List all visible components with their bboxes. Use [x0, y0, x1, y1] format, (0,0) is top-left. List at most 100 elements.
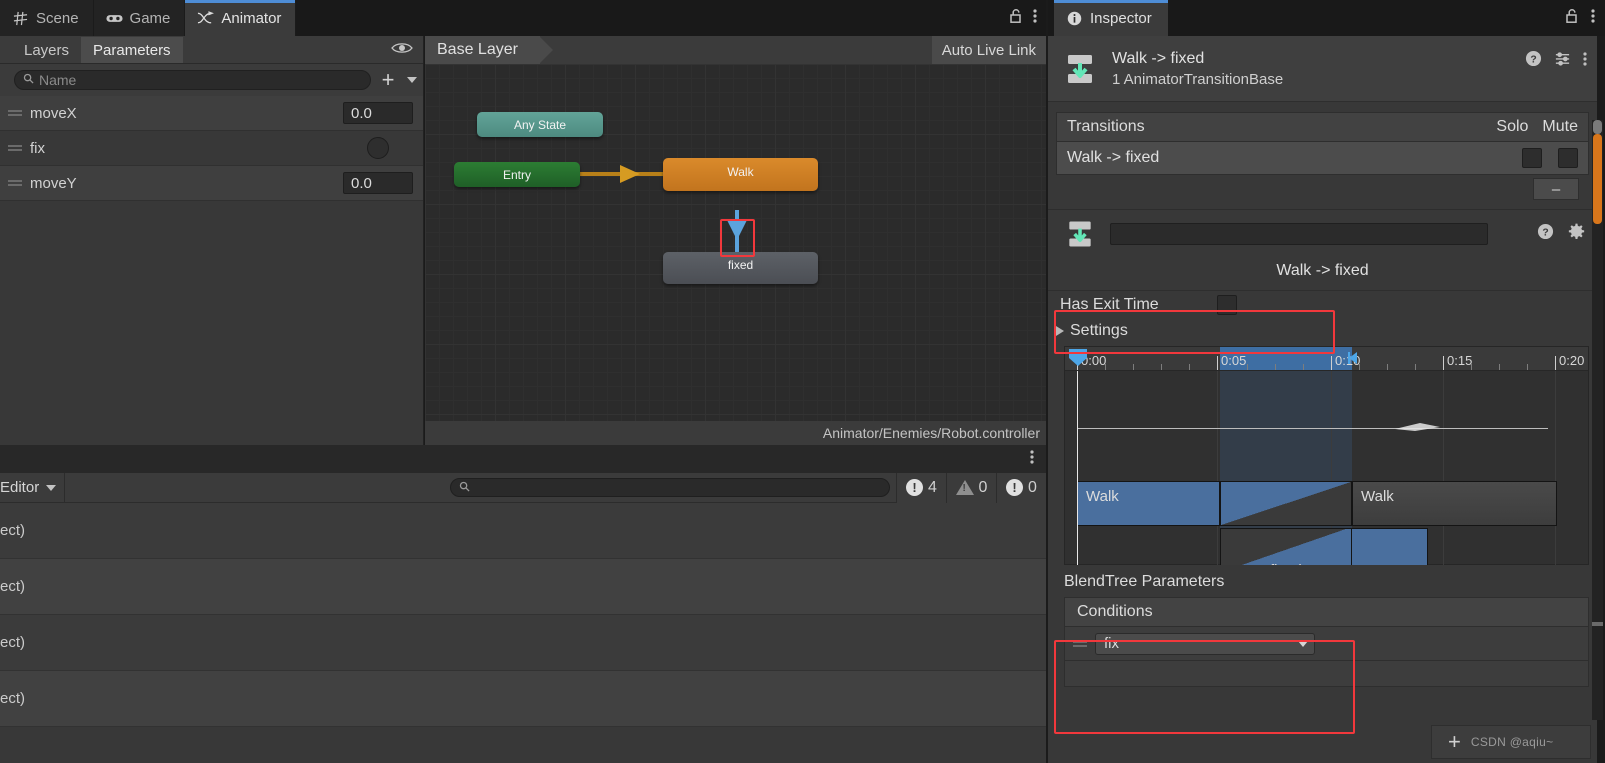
inspector-scrollbar[interactable]	[1592, 120, 1603, 720]
scrollbar-thumb-top[interactable]	[1593, 120, 1602, 134]
add-parameter-button[interactable]: +	[377, 69, 399, 91]
has-exit-time-row[interactable]: Has Exit Time	[1048, 290, 1597, 318]
transition-walk-to-fixed	[727, 210, 747, 252]
tab-animator[interactable]: Animator	[185, 0, 297, 36]
animator-parameters-panel: Layers Parameters Name + moveX 0.0 fix m…	[0, 36, 424, 445]
tab-animator-label: Animator	[221, 9, 282, 27]
tab-game[interactable]: Game	[93, 0, 186, 36]
parameter-row-movex[interactable]: moveX 0.0	[0, 96, 423, 131]
object-subtitle: 1 AnimatorTransitionBase	[1112, 70, 1284, 88]
mute-checkbox[interactable]	[1558, 148, 1578, 168]
parameter-row-movey[interactable]: moveY 0.0	[0, 166, 423, 201]
object-name: Walk -> fixed	[1112, 49, 1205, 67]
kebab-menu-icon[interactable]	[1583, 51, 1587, 72]
condition-row[interactable]: fix	[1064, 627, 1589, 661]
exit-time-marker-icon[interactable]	[1348, 350, 1358, 366]
state-node-any-state[interactable]: Any State	[477, 112, 603, 137]
settings-foldout[interactable]: Settings	[1048, 318, 1597, 344]
state-node-entry[interactable]: Entry	[454, 162, 580, 187]
auto-live-link-button[interactable]: Auto Live Link	[931, 36, 1046, 64]
timeline-body[interactable]: Walk Walk fixed	[1065, 371, 1588, 565]
transition-list-item[interactable]: Walk -> fixed	[1056, 142, 1589, 175]
parameter-bool-toggle[interactable]	[367, 137, 389, 159]
console-search-input[interactable]	[450, 478, 890, 497]
help-icon[interactable]: ?	[1537, 223, 1554, 245]
tab-scene-label: Scene	[36, 9, 79, 27]
console-log-row[interactable]: ect)	[0, 671, 1046, 727]
help-icon[interactable]: ?	[1525, 50, 1542, 72]
clip-label: Walk	[1086, 488, 1119, 505]
preset-icon[interactable]	[1554, 50, 1571, 72]
transition-name-field[interactable]	[1110, 223, 1488, 245]
breadcrumb[interactable]: Base Layer	[425, 36, 553, 64]
kebab-menu-icon[interactable]	[1591, 8, 1595, 29]
drag-handle-icon[interactable]	[8, 108, 30, 118]
parameters-subtabs: Layers Parameters	[0, 36, 423, 64]
drag-handle-icon[interactable]	[8, 143, 30, 153]
inspector-title: Inspector	[1090, 9, 1152, 27]
timeline-playhead[interactable]	[1077, 371, 1078, 565]
tab-scene[interactable]: Scene	[0, 0, 94, 36]
timeline-clip[interactable]: Walk	[1077, 481, 1220, 526]
eye-icon[interactable]	[391, 40, 413, 58]
search-icon	[23, 71, 34, 89]
chevron-down-icon[interactable]	[407, 77, 417, 83]
graph-toolbar: Base Layer Auto Live Link	[425, 36, 1046, 64]
curve-handle-icon[interactable]	[1395, 419, 1455, 435]
parameter-value-field[interactable]: 0.0	[343, 172, 413, 194]
warning-count: 0	[978, 478, 988, 496]
remove-transition-button[interactable]: –	[1533, 178, 1579, 200]
timeline-clip-tail[interactable]	[1352, 528, 1428, 565]
animator-transition-icon	[1062, 51, 1098, 87]
lock-open-icon[interactable]	[1564, 8, 1579, 29]
grid-icon	[12, 10, 29, 27]
animator-transition-icon	[1064, 218, 1096, 250]
timeline-clip-blend[interactable]	[1220, 481, 1352, 526]
console-log-row[interactable]: ect)	[0, 615, 1046, 671]
inspector-object-header: Walk -> fixed 1 AnimatorTransitionBase ?	[1048, 36, 1597, 102]
timeline-ruler[interactable]: 0:00 0:05 0:10 0:15 0:20	[1065, 347, 1588, 371]
parameter-row-fix[interactable]: fix	[0, 131, 423, 166]
gear-icon[interactable]	[1568, 223, 1585, 245]
inspector-panel: Walk -> fixed 1 AnimatorTransitionBase ?	[1048, 36, 1597, 763]
subtab-layers[interactable]: Layers	[12, 37, 82, 63]
transitions-header: Transitions Solo Mute	[1056, 112, 1589, 142]
parameter-name: moveX	[30, 104, 77, 122]
lock-open-icon[interactable]	[1008, 8, 1023, 29]
state-node-label: Walk	[727, 165, 754, 179]
transition-timeline[interactable]: 0:00 0:05 0:10 0:15 0:20 Walk Walk	[1064, 346, 1589, 565]
timeline-clip[interactable]: Walk	[1352, 481, 1557, 526]
solo-checkbox[interactable]	[1522, 148, 1542, 168]
graph-canvas[interactable]: Any State Entry Walk fixed	[425, 64, 1046, 421]
tab-inspector[interactable]: Inspector	[1054, 0, 1168, 36]
state-node-walk[interactable]: Walk	[663, 158, 818, 191]
console-log-text: ect)	[0, 634, 26, 651]
state-node-fixed[interactable]: fixed	[663, 252, 818, 284]
has-exit-time-checkbox[interactable]	[1216, 294, 1237, 315]
parameter-search-input[interactable]: Name	[14, 70, 371, 90]
drag-handle-icon[interactable]	[8, 178, 30, 188]
condition-parameter-dropdown[interactable]: fix	[1095, 632, 1315, 655]
console-filter-dropdown[interactable]: Editor	[0, 472, 66, 503]
ruler-label: 0:15	[1447, 353, 1473, 368]
condition-parameter-label: fix	[1104, 635, 1119, 652]
kebab-menu-icon[interactable]	[1030, 449, 1034, 470]
playhead-knob-icon[interactable]	[1069, 349, 1087, 367]
transition-detail-header: ?	[1048, 210, 1597, 258]
error-counter[interactable]: ! 4	[896, 472, 946, 503]
console-log-row[interactable]: ect)	[0, 559, 1046, 615]
add-condition-button[interactable]: + CSDN @aqiu~	[1431, 725, 1591, 759]
info-counter[interactable]: ! 0	[996, 472, 1046, 503]
parameter-value-field[interactable]: 0.0	[343, 102, 413, 124]
scrollbar-thumb[interactable]	[1593, 134, 1602, 224]
graph-footer: Animator/Enemies/Robot.controller	[425, 421, 1046, 445]
warning-counter[interactable]: 0	[946, 472, 996, 503]
parameter-name: moveY	[30, 174, 77, 192]
kebab-menu-icon[interactable]	[1033, 8, 1037, 29]
console-counters: ! 4 0 ! 0	[896, 472, 1046, 503]
drag-handle-icon[interactable]	[1073, 639, 1087, 649]
has-exit-time-label: Has Exit Time	[1060, 295, 1159, 313]
subtab-parameters[interactable]: Parameters	[81, 37, 183, 63]
error-count: 4	[928, 478, 937, 496]
console-log-row[interactable]: ect)	[0, 503, 1046, 559]
